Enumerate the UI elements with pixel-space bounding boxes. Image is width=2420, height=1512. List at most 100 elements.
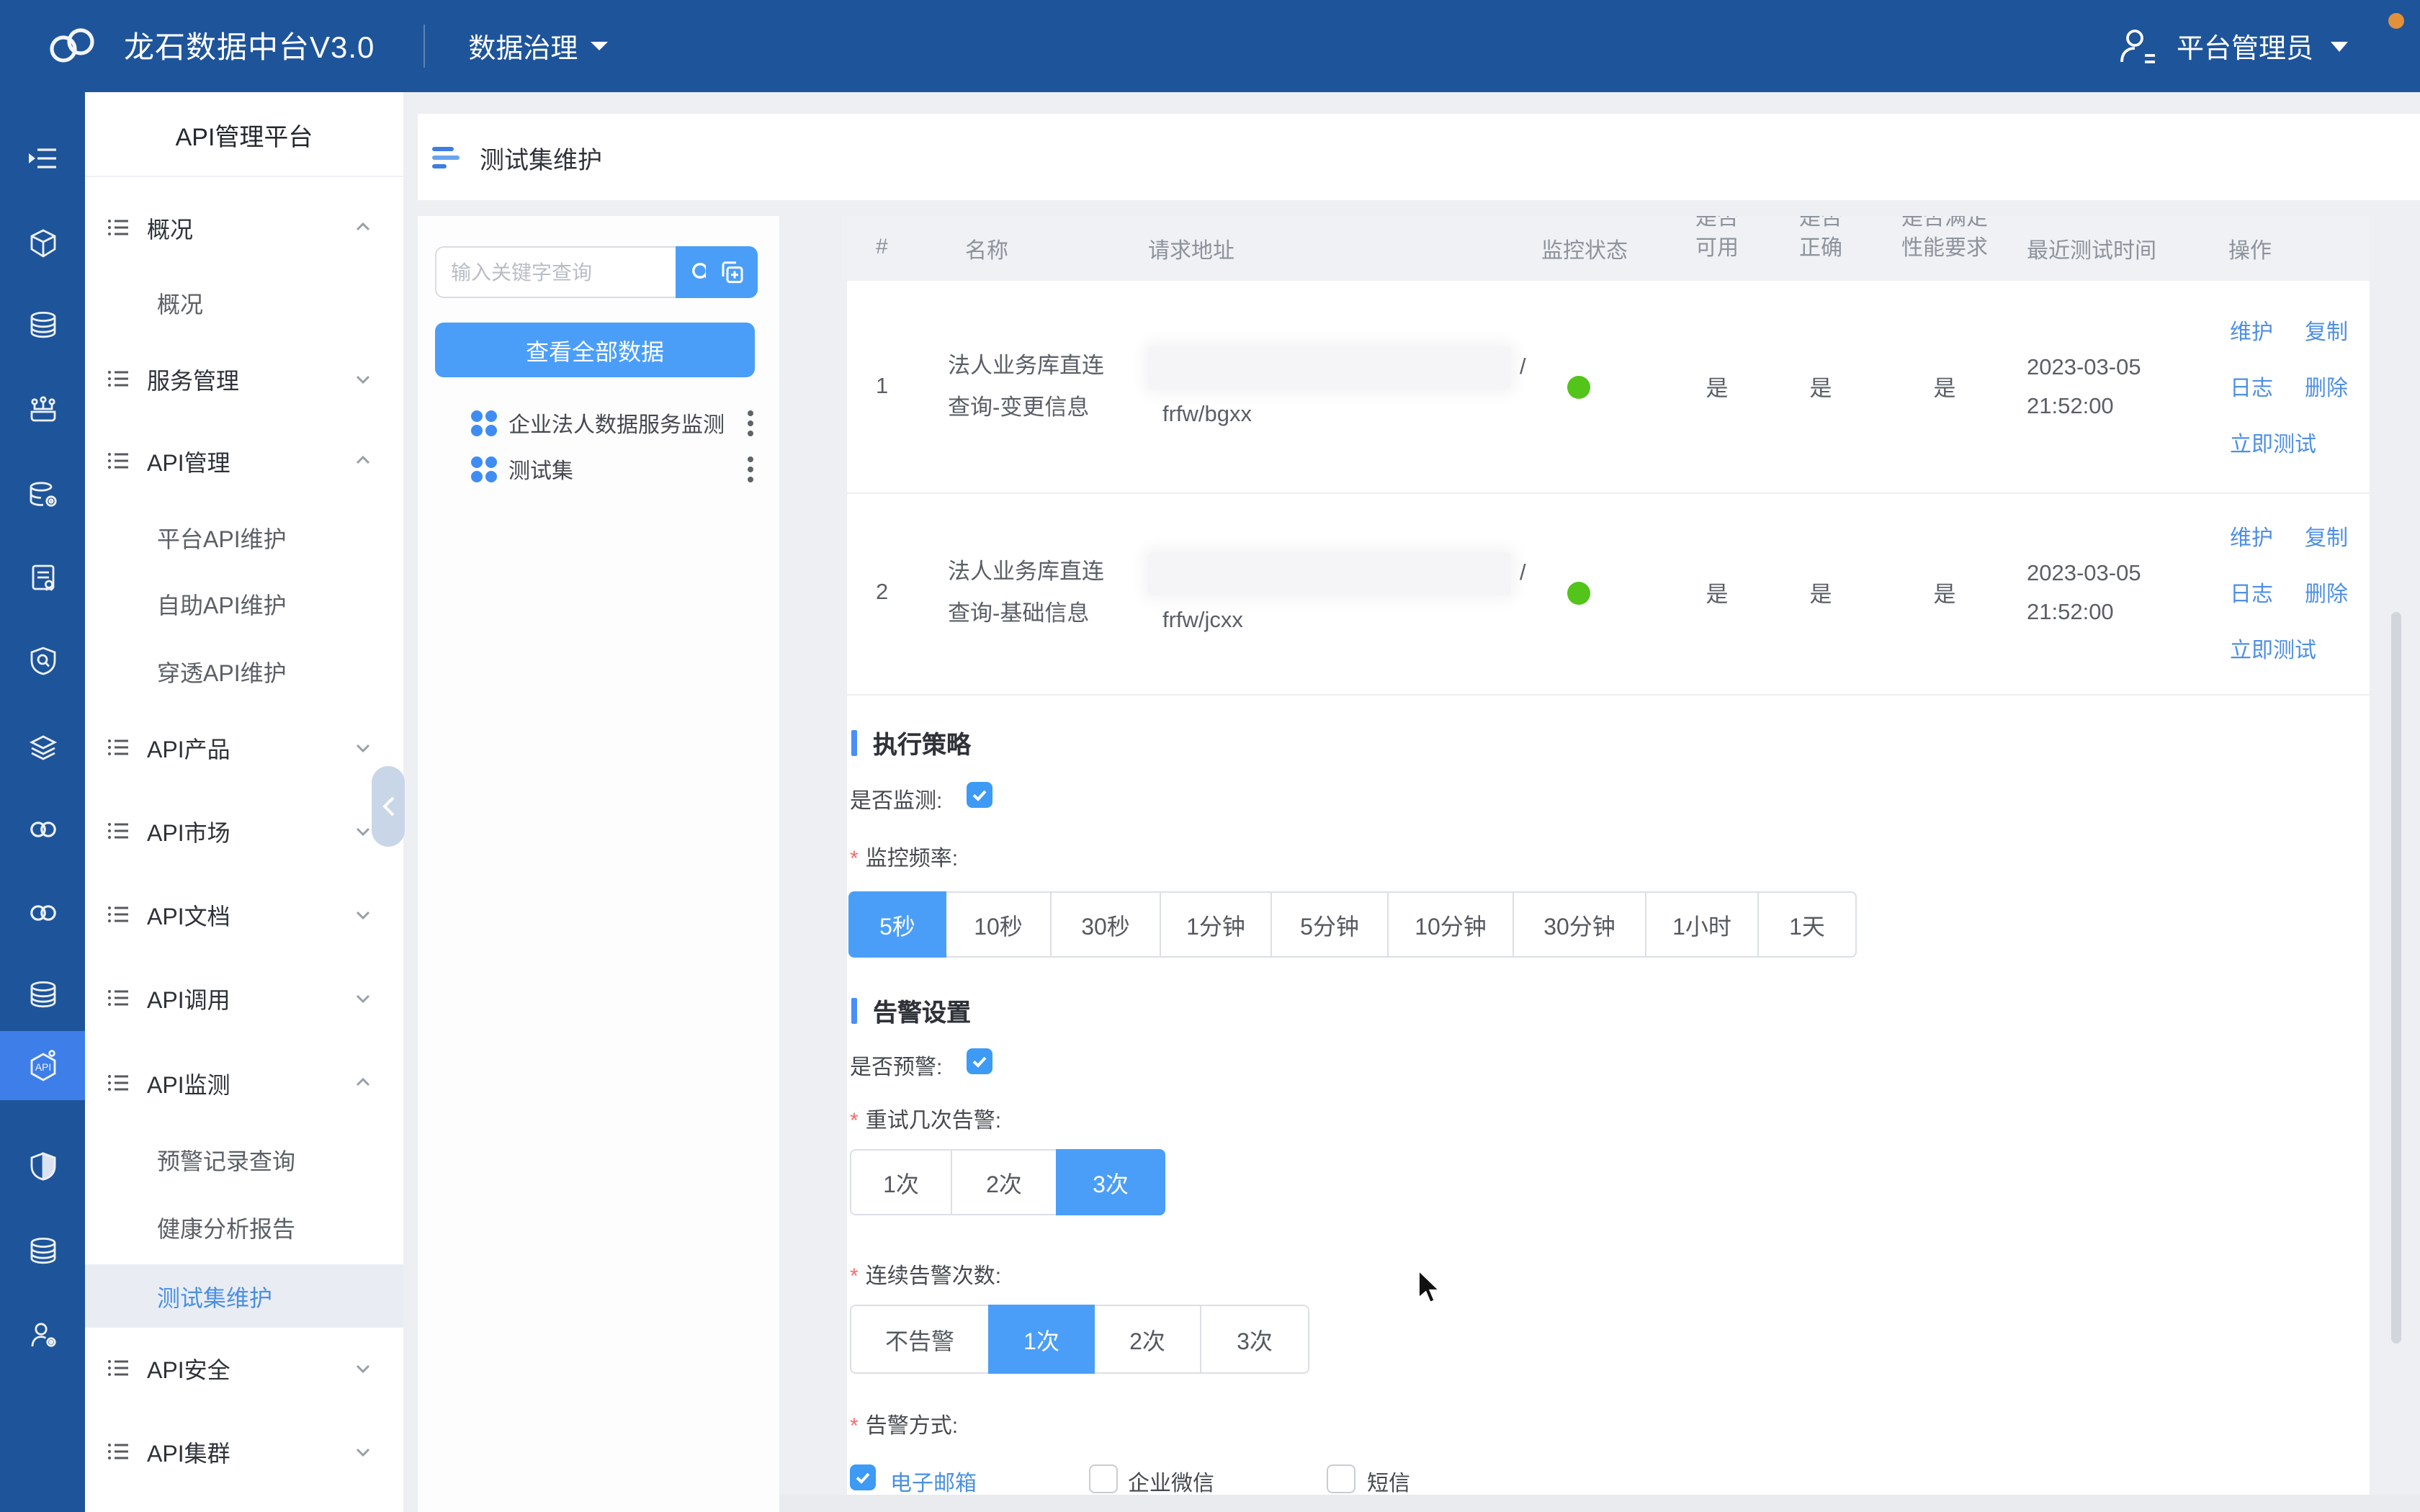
prewarn-checkbox-checked[interactable] (967, 1048, 992, 1074)
sidebar-item-api-call[interactable]: API调用 (85, 969, 403, 1027)
rail-item-data-share[interactable] (0, 377, 85, 441)
user-menu[interactable]: 平台管理员 (2116, 0, 2348, 92)
method-wechat-label[interactable]: 企业微信 (1128, 1467, 1214, 1498)
retry-option-2[interactable]: 2次 (951, 1149, 1057, 1215)
log-link[interactable]: 日志 (2230, 578, 2273, 608)
sidebar-item-passthrough-api[interactable]: 穿透API维护 (85, 642, 403, 700)
nav-menu-data-governance[interactable]: 数据治理 (468, 27, 608, 66)
rail-item-layers[interactable] (0, 716, 85, 779)
rail-item-shield-search[interactable] (0, 629, 85, 693)
frequency-option-1h[interactable]: 1小时 (1645, 891, 1759, 958)
chevron-down-icon (354, 906, 372, 923)
kebab-menu-icon[interactable] (748, 456, 753, 482)
section-bar (851, 729, 857, 755)
database-icon-2 (27, 979, 58, 1011)
kebab-menu-icon[interactable] (748, 410, 753, 436)
frequency-option-1d[interactable]: 1天 (1757, 891, 1857, 958)
rail-item-database[interactable] (0, 294, 85, 357)
rail-item-chain-2[interactable] (0, 881, 85, 945)
rail-item-database-3[interactable] (0, 1220, 85, 1283)
shield-icon (27, 1151, 58, 1182)
app-logo-icon (40, 14, 104, 78)
rail-item-cube[interactable] (0, 212, 85, 275)
sidebar-item-api-market[interactable]: API市场 (85, 802, 403, 860)
consecutive-option-2[interactable]: 2次 (1093, 1305, 1201, 1374)
list-icon (107, 736, 130, 759)
sidebar-item-api-docs[interactable]: API文档 (85, 886, 403, 943)
rail-item-shield[interactable] (0, 1135, 85, 1198)
rail-item-menu-toggle[interactable] (0, 127, 85, 190)
method-sms-checkbox-unchecked[interactable] (1327, 1464, 1355, 1493)
delete-link[interactable]: 删除 (2305, 578, 2348, 608)
chevron-up-icon (354, 452, 372, 469)
method-email-label[interactable]: 电子邮箱 (890, 1467, 977, 1498)
method-sms-label[interactable]: 短信 (1367, 1467, 1410, 1498)
consecutive-option-3[interactable]: 3次 (1200, 1305, 1309, 1374)
tree-item-testset[interactable]: 测试集 (418, 448, 779, 491)
sidebar-item-api-security[interactable]: API安全 (85, 1339, 403, 1397)
maintain-link[interactable]: 维护 (2230, 522, 2273, 552)
col-header-url: 请求地址 (1148, 216, 1234, 265)
frequency-option-10m[interactable]: 10分钟 (1387, 891, 1514, 958)
tree-item-enterprise-monitor[interactable]: 企业法人数据服务监测 (418, 402, 779, 445)
method-wechat-checkbox-unchecked[interactable] (1089, 1464, 1118, 1493)
retry-option-1[interactable]: 1次 (850, 1149, 952, 1215)
frequency-option-30m[interactable]: 30分钟 (1512, 891, 1646, 958)
copy-link[interactable]: 复制 (2305, 522, 2348, 552)
row-performance: 是 (1880, 577, 2009, 609)
frequency-option-1m[interactable]: 1分钟 (1160, 891, 1272, 958)
sidebar-item-api-cluster[interactable]: API集群 (85, 1423, 403, 1480)
frequency-label: *监控频率: (850, 842, 958, 873)
user-icon (2116, 24, 2159, 68)
col-header-available: 是否 可用 (1659, 216, 1775, 264)
consecutive-option-none[interactable]: 不告警 (850, 1305, 990, 1374)
maintain-link[interactable]: 维护 (2230, 315, 2273, 346)
shield-search-icon (27, 645, 58, 677)
sidebar-item-overview-group[interactable]: 概况 (85, 199, 403, 256)
sidebar-item-api-product[interactable]: API产品 (85, 719, 403, 776)
sidebar-item-overview[interactable]: 概况 (85, 274, 403, 331)
rail-item-chain[interactable] (0, 798, 85, 861)
menu-toggle-icon (25, 143, 60, 174)
rail-item-certificate[interactable] (0, 546, 85, 609)
consecutive-option-1[interactable]: 1次 (988, 1305, 1095, 1374)
col-header-status: 监控状态 (1524, 216, 1645, 265)
required-mark: * (850, 1109, 859, 1133)
row-index: 2 (876, 580, 888, 606)
vertical-scrollbar-thumb[interactable] (2391, 612, 2401, 1344)
rail-item-database-2[interactable] (0, 963, 85, 1027)
sidebar-item-health-report[interactable]: 健康分析报告 (85, 1198, 403, 1256)
frequency-option-5s[interactable]: 5秒 (848, 891, 946, 958)
rail-item-user-settings[interactable] (0, 1303, 85, 1367)
consecutive-label: *连续告警次数: (850, 1260, 1001, 1290)
frequency-option-5m[interactable]: 5分钟 (1270, 891, 1389, 958)
method-email-checkbox-checked[interactable] (850, 1464, 876, 1490)
copy-add-button[interactable] (706, 246, 758, 298)
chevron-down-icon (354, 1359, 372, 1377)
sidebar-item-testset-maintenance[interactable]: 测试集维护 (85, 1264, 403, 1328)
chain-icon (25, 814, 60, 845)
sidebar-item-platform-api[interactable]: 平台API维护 (85, 508, 403, 566)
retry-option-3[interactable]: 3次 (1056, 1149, 1165, 1215)
sidebar-item-alert-records[interactable]: 预警记录查询 (85, 1130, 403, 1188)
col-header-performance: 是否满足 性能要求 (1880, 216, 2009, 264)
rail-item-database-gear[interactable] (0, 464, 85, 527)
chevron-down-icon (354, 739, 372, 756)
search-input[interactable] (435, 246, 676, 298)
frequency-option-10s[interactable]: 10秒 (945, 891, 1052, 958)
sidebar-item-service-mgmt[interactable]: 服务管理 (85, 350, 403, 408)
log-link[interactable]: 日志 (2230, 372, 2273, 402)
test-now-link[interactable]: 立即测试 (2230, 634, 2348, 665)
copy-link[interactable]: 复制 (2305, 315, 2348, 346)
sidebar-item-selfhelp-api[interactable]: 自助API维护 (85, 575, 403, 632)
delete-link[interactable]: 删除 (2305, 372, 2348, 402)
view-all-data-button[interactable]: 查看全部数据 (435, 323, 755, 377)
sidebar-item-api-mgmt-group[interactable]: API管理 (85, 432, 403, 490)
frequency-option-30s[interactable]: 30秒 (1050, 891, 1161, 958)
sidebar-collapse-handle[interactable] (372, 766, 405, 847)
sidebar-item-api-monitor-group[interactable]: API监测 (85, 1054, 403, 1112)
row-name: 法人业务库直连 查询-变更信息 (948, 345, 1104, 428)
monitor-checkbox-checked[interactable] (967, 782, 992, 808)
rail-item-api-active[interactable]: API (0, 1031, 85, 1100)
test-now-link[interactable]: 立即测试 (2230, 428, 2348, 458)
